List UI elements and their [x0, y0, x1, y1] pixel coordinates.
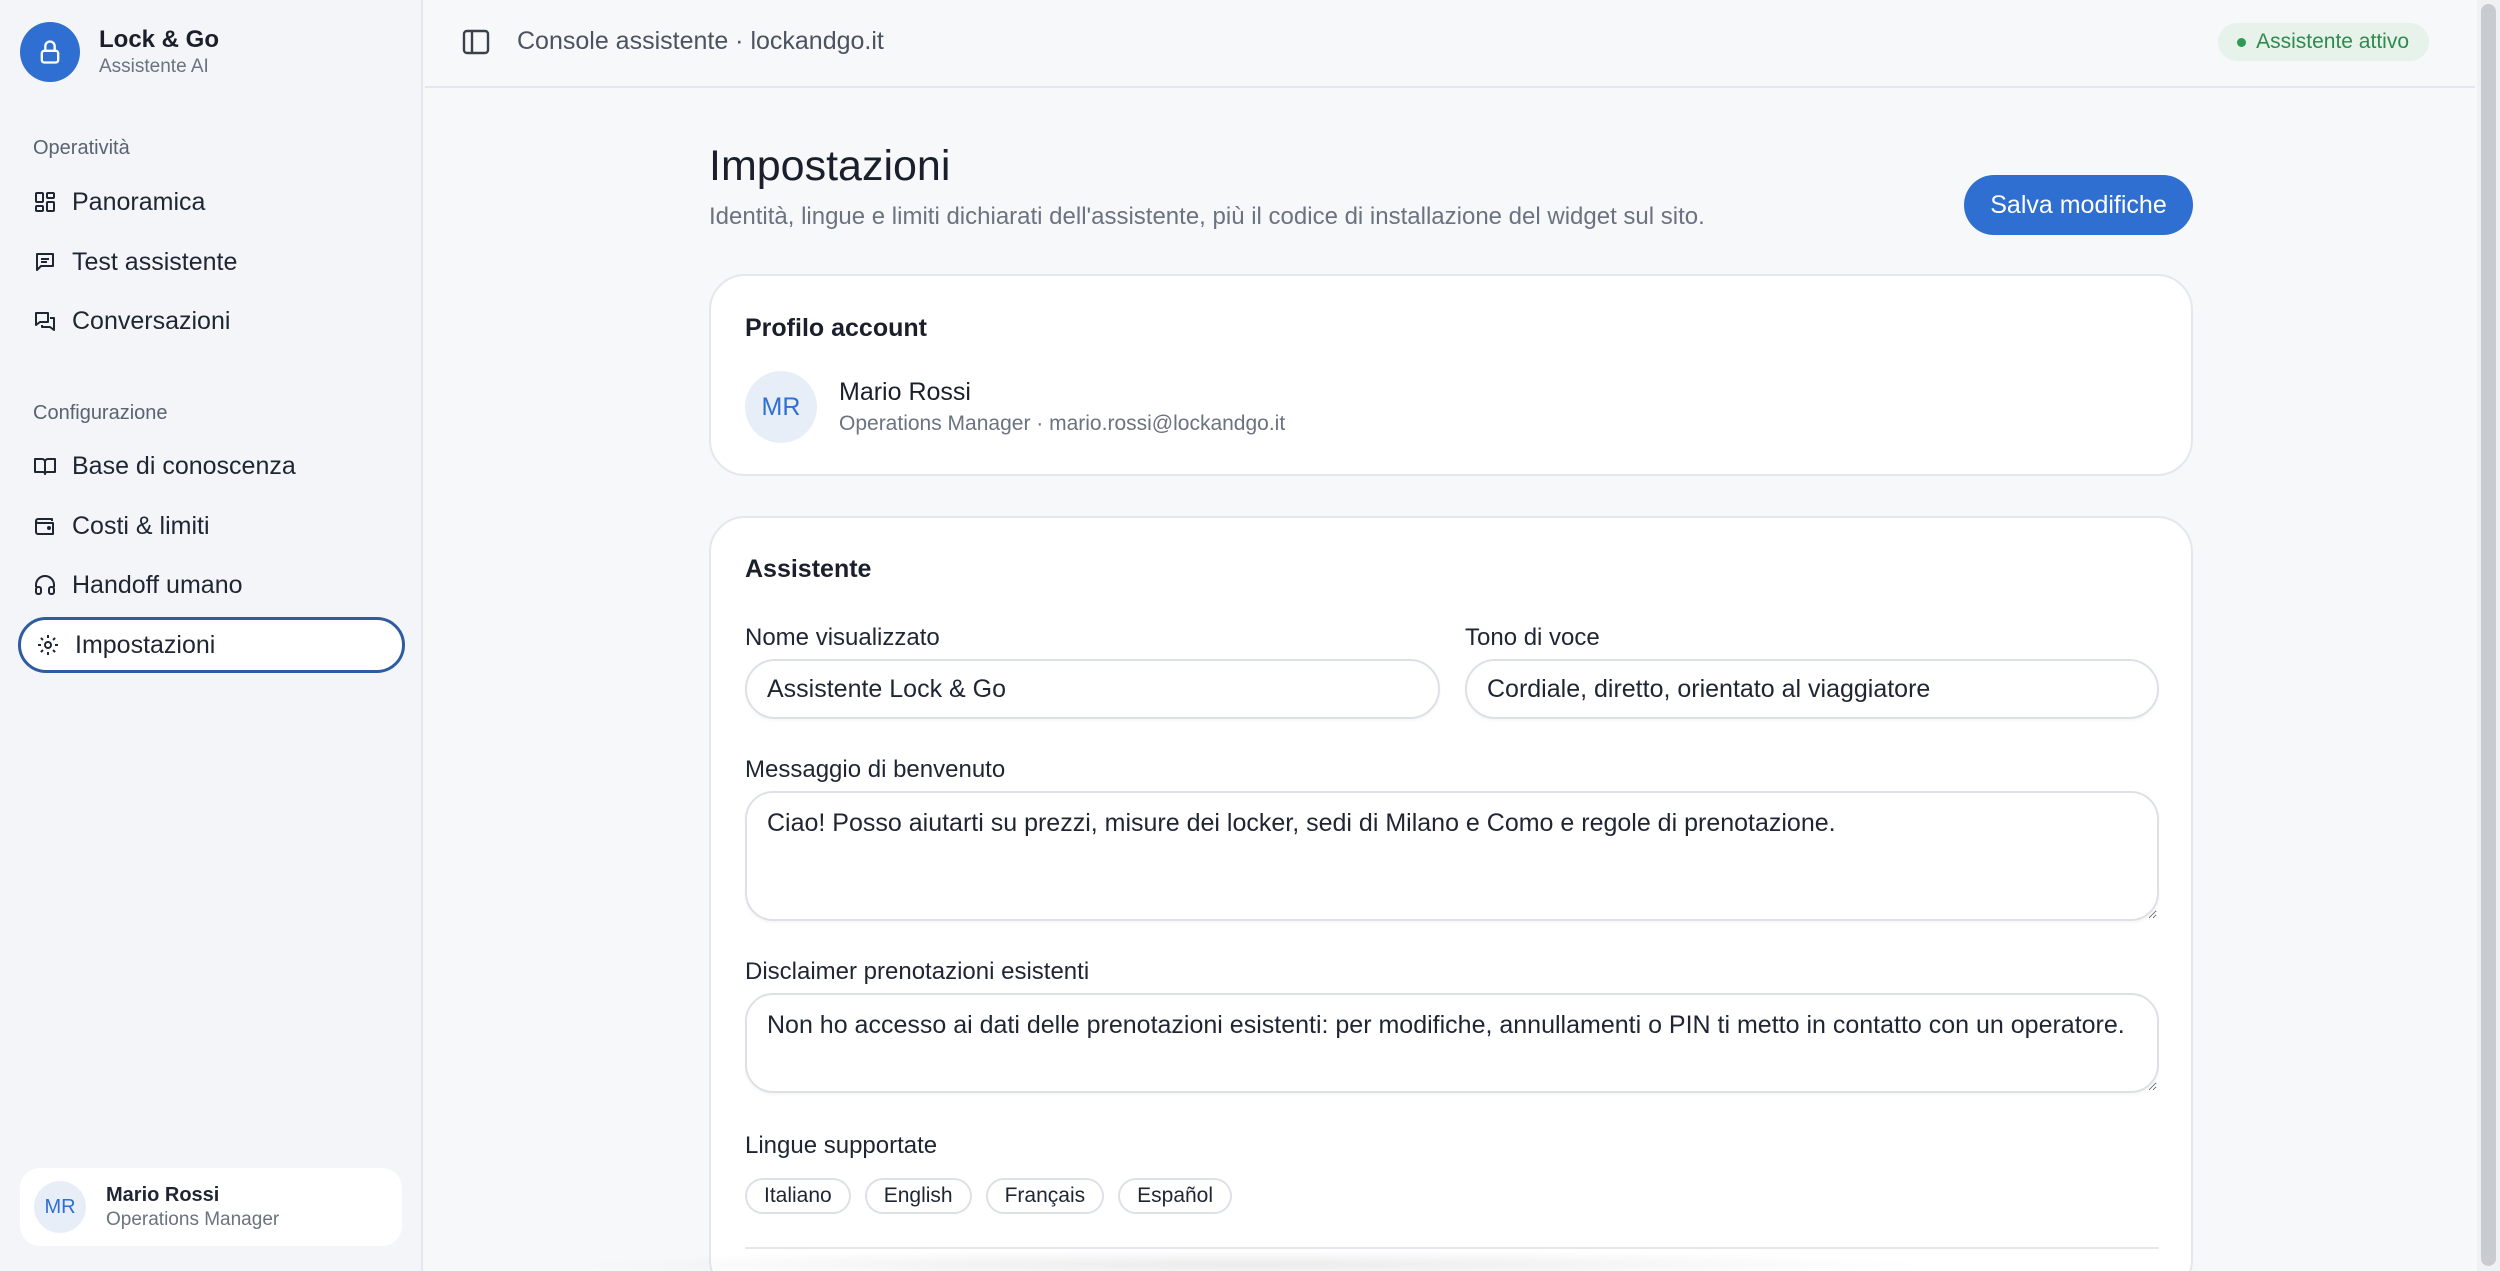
sidebar-item-impostazioni[interactable]: Impostazioni: [18, 617, 405, 673]
page-subtitle: Identità, lingue e limiti dichiarati del…: [709, 203, 1705, 230]
page-title: Impostazioni: [709, 142, 951, 190]
lock-icon: [20, 22, 80, 82]
divider: [745, 1247, 2159, 1249]
chat-bubbles-icon: [32, 308, 58, 334]
avatar: MR: [745, 371, 817, 443]
topbar-title: Console assistente · lockandgo.it: [517, 27, 884, 55]
disclaimer-label: Disclaimer prenotazioni esistenti: [745, 958, 1090, 985]
tone-label: Tono di voce: [1465, 624, 1600, 651]
sidebar-user-card[interactable]: MR Mario Rossi Operations Manager: [20, 1168, 402, 1246]
sidebar-item-label: Base di conoscenza: [72, 451, 296, 480]
message-icon: [32, 249, 58, 275]
book-icon: [32, 453, 58, 479]
sidebar-item-base-di-conoscenza[interactable]: Base di conoscenza: [18, 438, 405, 494]
sidebar-item-panoramica[interactable]: Panoramica: [18, 174, 405, 230]
display-name-label: Nome visualizzato: [745, 624, 940, 651]
grid-icon: [32, 189, 58, 215]
sidebar-item-handoff-umano[interactable]: Handoff umano: [18, 557, 405, 613]
brand-title: Lock & Go: [99, 26, 220, 53]
sidebar-item-test-assistente[interactable]: Test assistente: [18, 234, 405, 290]
disclaimer-textarea[interactable]: Non ho accesso ai dati delle prenotazion…: [745, 993, 2159, 1093]
section-label-configurazione: Configurazione: [33, 402, 168, 424]
language-chip-italiano[interactable]: Italiano: [745, 1178, 851, 1214]
brand-subtitle: Assistente AI: [99, 56, 209, 77]
scrollbar[interactable]: [2477, 0, 2500, 1271]
gear-icon: [35, 632, 61, 658]
save-button[interactable]: Salva modifiche: [1964, 175, 2193, 235]
assistant-card: Assistente Nome visualizzato Tono di voc…: [709, 516, 2193, 1271]
wallet-icon: [32, 513, 58, 539]
profile-meta: Operations Manager · mario.rossi@lockand…: [839, 412, 1286, 435]
sidebar-item-label: Panoramica: [72, 187, 206, 216]
sidebar-item-label: Handoff umano: [72, 570, 243, 599]
welcome-textarea[interactable]: Ciao! Posso aiutarti su prezzi, misure d…: [745, 791, 2159, 921]
languages-chips: Italiano English Français Español: [745, 1178, 1233, 1214]
profile-card: Profilo account MR Mario Rossi Operation…: [709, 274, 2193, 476]
sidebar-item-label: Impostazioni: [75, 630, 216, 659]
sidebar: Lock & Go Assistente AI Operatività Pano…: [0, 0, 423, 1271]
profile-card-title: Profilo account: [745, 314, 927, 342]
brand[interactable]: Lock & Go Assistente AI: [20, 22, 219, 82]
languages-label: Lingue supportate: [745, 1132, 938, 1159]
welcome-label: Messaggio di benvenuto: [745, 756, 1006, 783]
language-chip-espanol[interactable]: Español: [1118, 1178, 1233, 1214]
sidebar-item-label: Test assistente: [72, 247, 238, 276]
language-chip-english[interactable]: English: [864, 1178, 972, 1214]
user-role: Operations Manager: [106, 1208, 280, 1230]
tone-input[interactable]: [1465, 659, 2159, 719]
status-badge-label: Assistente attivo: [2256, 30, 2409, 53]
language-chip-francais[interactable]: Français: [985, 1178, 1105, 1214]
sidebar-item-costi-limiti[interactable]: Costi & limiti: [18, 498, 405, 554]
status-badge: Assistente attivo: [2218, 23, 2429, 61]
status-dot-icon: [2237, 38, 2247, 47]
sidebar-item-label: Conversazioni: [72, 306, 231, 335]
avatar: MR: [34, 1181, 86, 1233]
user-name: Mario Rossi: [106, 1183, 220, 1206]
bottom-shadow: [560, 1250, 1940, 1271]
assistant-card-title: Assistente: [745, 555, 872, 583]
sidebar-toggle-icon[interactable]: [461, 28, 491, 56]
headset-icon: [32, 572, 58, 598]
scrollbar-thumb[interactable]: [2481, 4, 2496, 1266]
profile-name: Mario Rossi: [839, 378, 971, 406]
section-label-operativita: Operatività: [33, 137, 130, 159]
sidebar-item-label: Costi & limiti: [72, 511, 210, 540]
sidebar-item-conversazioni[interactable]: Conversazioni: [18, 293, 405, 349]
display-name-input[interactable]: [745, 659, 1440, 719]
topbar: Console assistente · lockandgo.it Assist…: [425, 0, 2475, 88]
